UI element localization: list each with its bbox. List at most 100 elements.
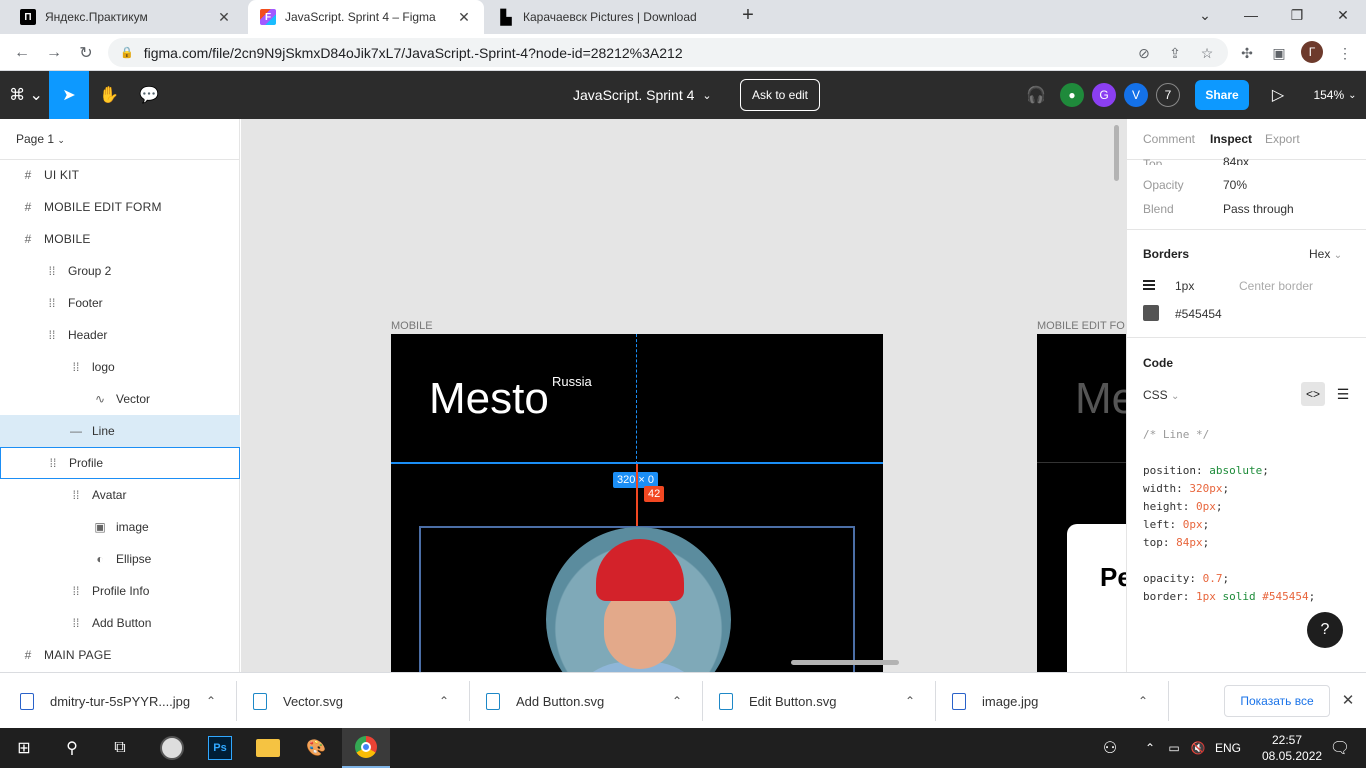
chevron-up-icon[interactable]: ⌃ [1138,728,1162,768]
vertical-scrollbar[interactable] [1114,125,1119,181]
layer-item[interactable]: ⁞⁞ Profile [0,447,240,479]
color-format-dropdown[interactable]: Hex ⌄ [1309,247,1342,261]
task-view-icon[interactable]: ⧉ [96,728,144,768]
layer-item[interactable]: ⁞⁞ Group 2 [0,255,240,287]
layer-item[interactable]: # MAIN PAGE [0,639,240,671]
code-line-height[interactable]: height: 0px; [1143,500,1222,513]
border-width-value[interactable]: 1px [1175,279,1194,293]
layer-item[interactable]: # UI KIT [0,159,240,191]
page-selector[interactable]: Page 1 ⌄ [16,132,65,146]
chevron-up-icon[interactable]: ⌃ [672,694,682,708]
paint-icon[interactable]: 🎨 [292,728,340,768]
code-line-width[interactable]: width: 320px; [1143,482,1229,495]
address-bar[interactable]: 🔒 figma.com/file/2cn9N9jSkmxD84oJik7xL7/… [108,38,1228,67]
code-view-icon[interactable]: <> [1301,382,1325,406]
chevron-up-icon[interactable]: ⌃ [439,694,449,708]
download-item[interactable]: dmitry-tur-5sPYYR....jpg ⌃ [20,673,236,729]
avatar[interactable]: V [1124,83,1148,107]
tab-inspect[interactable]: Inspect [1210,132,1252,146]
sidebar-icon[interactable]: ▣ [1270,44,1288,62]
chevron-up-icon[interactable]: ⌃ [206,694,216,708]
layer-item[interactable]: ⁞⁞ Avatar [0,479,240,511]
ask-to-edit-button[interactable]: Ask to edit [740,79,820,111]
present-play-icon[interactable]: ▷ [1258,71,1298,119]
layer-item[interactable]: ⁞⁞ Header [0,319,240,351]
tab-export[interactable]: Export [1265,132,1300,146]
layer-item[interactable]: ⁞⁞ Add Button [0,607,240,639]
layer-item[interactable]: ⁞⁞ logo [0,351,240,383]
close-tab-icon[interactable]: ✕ [456,9,472,26]
layer-item[interactable]: — Line [0,415,240,447]
layer-item[interactable]: ◐ Ellipse [0,543,240,575]
code-comment[interactable]: /* Line */ [1143,428,1209,441]
back-icon[interactable]: ← [9,40,35,66]
browser-tab-praktikum[interactable]: П Яндекс.Практикум ✕ [8,0,244,34]
list-view-icon[interactable]: ☰ [1331,382,1355,406]
horizontal-scrollbar[interactable] [791,660,899,665]
code-language-dropdown[interactable]: CSS ⌄ [1143,388,1179,402]
tracking-off-icon[interactable]: ⊘ [1135,44,1153,62]
move-tool-icon[interactable]: ➤ [49,71,89,119]
download-item[interactable]: Edit Button.svg ⌃ [719,673,935,729]
layer-item[interactable]: ⁞⁞ Profile Info [0,575,240,607]
bookmark-star-icon[interactable]: ☆ [1198,44,1216,62]
close-downloads-icon[interactable]: ✕ [1337,689,1359,711]
download-item[interactable]: image.jpg ⌃ [952,673,1168,729]
download-item[interactable]: Add Button.svg ⌃ [486,673,702,729]
code-line-top[interactable]: top: 84px; [1143,536,1209,549]
code-line-left[interactable]: left: 0px; [1143,518,1209,531]
chevron-up-icon[interactable]: ⌃ [1138,694,1148,708]
avatar[interactable]: G [1092,83,1116,107]
extensions-icon[interactable]: ✣ [1238,44,1256,62]
profile-avatar[interactable]: Г [1301,41,1323,63]
reload-icon[interactable]: ↻ [73,40,99,66]
system-clock[interactable]: 22:57 08.05.2022 [1262,732,1322,764]
forward-icon[interactable]: → [41,40,67,66]
audio-headphones-icon[interactable]: 🎧 [1016,71,1056,119]
file-explorer-icon[interactable] [244,728,292,768]
windows-start-icon[interactable]: ⊞ [0,728,48,768]
chrome-icon[interactable] [342,728,390,768]
frame-mobile-edit-form[interactable]: Me Pe [1037,334,1126,672]
code-line-border[interactable]: border: 1px solid #545454; [1143,590,1315,603]
notifications-icon[interactable]: 🗨 [1316,728,1364,768]
minimize-icon[interactable]: — [1228,0,1274,30]
opacity-value[interactable]: 70% [1223,178,1247,192]
yandex-browser-icon[interactable] [148,728,196,768]
avatar[interactable]: ● [1060,83,1084,107]
layer-item[interactable]: # MOBILE EDIT FORM [0,191,240,223]
layer-item[interactable]: ▣ image [0,511,240,543]
layer-item[interactable]: # MOBILE [0,223,240,255]
browser-tab-karachaevsk[interactable]: ▙ Карачаевск Pictures | Download [486,0,722,34]
language-indicator[interactable]: ENG [1210,728,1246,768]
canvas[interactable]: MOBILE MOBILE EDIT FO Mesto Russia 320 ×… [241,119,1126,672]
frame-label-mobile[interactable]: MOBILE [391,320,433,332]
zoom-dropdown[interactable]: 154% ⌄ [1308,71,1362,119]
figma-menu-icon[interactable]: ⌘ ⌄ [4,71,48,119]
help-button[interactable]: ? [1307,612,1343,648]
close-tab-icon[interactable]: ✕ [216,9,232,26]
volume-muted-icon[interactable]: 🔇 [1186,728,1210,768]
search-icon[interactable]: ⚲ [48,728,96,768]
layer-item[interactable]: ∿ Vector [0,383,240,415]
file-title[interactable]: JavaScript. Sprint 4 ⌄ [573,71,712,119]
border-color-swatch[interactable] [1143,305,1159,321]
frame-label-mobile-edit[interactable]: MOBILE EDIT FO [1037,320,1125,332]
battery-icon[interactable]: ▭ [1162,728,1186,768]
comment-tool-icon[interactable]: 💬 [129,71,169,119]
share-button[interactable]: Share [1195,80,1249,110]
layer-item[interactable]: ⁞⁞ Footer [0,287,240,319]
blend-value[interactable]: Pass through [1223,202,1294,216]
new-tab-button[interactable]: + [725,0,771,30]
border-color-value[interactable]: #545454 [1175,307,1222,321]
download-item[interactable]: Vector.svg ⌃ [253,673,469,729]
photoshop-icon[interactable]: Ps [196,728,244,768]
show-all-downloads-button[interactable]: Показать все [1224,685,1330,717]
close-window-icon[interactable]: ✕ [1320,0,1366,30]
share-page-icon[interactable]: ⇪ [1166,44,1184,62]
people-icon[interactable]: ⚇ [1092,728,1128,768]
browser-tab-figma[interactable]: F JavaScript. Sprint 4 – Figma ✕ [248,0,484,34]
browser-menu-icon[interactable]: ⋮ [1336,44,1354,62]
restore-icon[interactable]: ❐ [1274,0,1320,30]
tab-search-icon[interactable]: ⌄ [1182,0,1228,30]
